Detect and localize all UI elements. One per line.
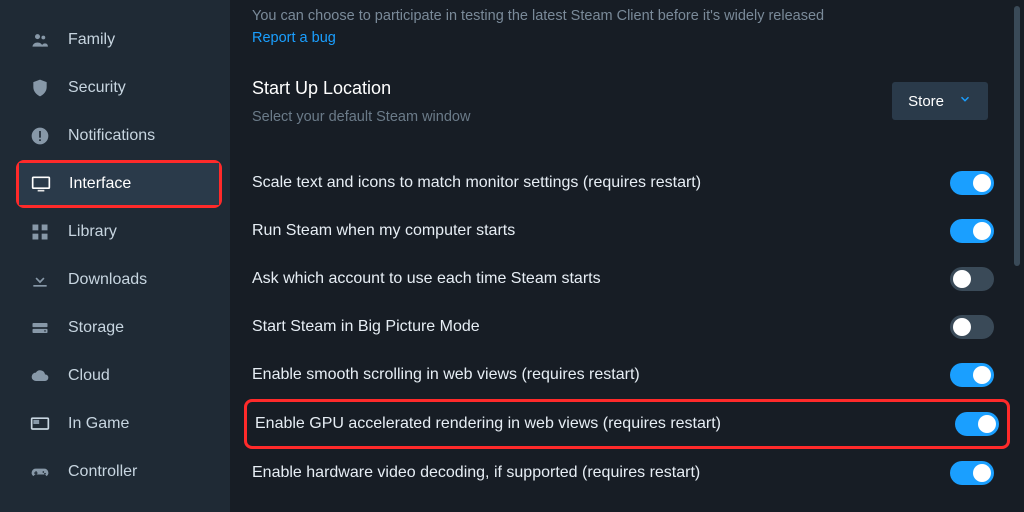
setting-label: Enable smooth scrolling in web views (re… bbox=[252, 366, 640, 384]
sidebar-item-interface[interactable]: Interface bbox=[19, 163, 219, 205]
sidebar-item-label: Family bbox=[68, 31, 115, 49]
sidebar-highlight: Interface bbox=[16, 160, 222, 208]
setting-toggle[interactable] bbox=[950, 219, 994, 243]
toggle-knob bbox=[973, 222, 991, 240]
setting-label: Enable GPU accelerated rendering in web … bbox=[255, 415, 721, 433]
setting-label: Run Steam when my computer starts bbox=[252, 222, 515, 240]
startup-location-value: Store bbox=[908, 93, 944, 110]
report-bug-link[interactable]: Report a bug bbox=[252, 30, 336, 46]
monitor-icon bbox=[31, 174, 51, 194]
chevron-down-icon bbox=[958, 92, 972, 110]
setting-row: Enable smooth scrolling in web views (re… bbox=[252, 351, 1002, 399]
sidebar-item-label: Downloads bbox=[68, 271, 147, 289]
toggle-knob bbox=[953, 270, 971, 288]
sidebar-item-controller[interactable]: Controller bbox=[0, 448, 230, 496]
setting-row: Enable hardware video decoding, if suppo… bbox=[252, 449, 1002, 497]
sidebar-item-family[interactable]: Family bbox=[0, 16, 230, 64]
settings-list: Scale text and icons to match monitor se… bbox=[252, 159, 1002, 497]
startup-location-sub: Select your default Steam window bbox=[252, 109, 1002, 125]
sidebar-item-notifications[interactable]: Notifications bbox=[0, 112, 230, 160]
toggle-knob bbox=[953, 318, 971, 336]
alert-icon bbox=[30, 126, 50, 146]
sidebar-item-label: In Game bbox=[68, 415, 129, 433]
setting-row: Run Steam when my computer starts bbox=[252, 207, 1002, 255]
toggle-knob bbox=[973, 366, 991, 384]
setting-toggle[interactable] bbox=[955, 412, 999, 436]
setting-row: Start Steam in Big Picture Mode bbox=[252, 303, 1002, 351]
beta-intro-text: You can choose to participate in testing… bbox=[252, 8, 824, 24]
cloud-icon bbox=[30, 366, 50, 386]
setting-toggle[interactable] bbox=[950, 315, 994, 339]
setting-row: Scale text and icons to match monitor se… bbox=[252, 159, 1002, 207]
setting-toggle[interactable] bbox=[950, 461, 994, 485]
setting-label: Ask which account to use each time Steam… bbox=[252, 270, 601, 288]
sidebar-item-security[interactable]: Security bbox=[0, 64, 230, 112]
shield-icon bbox=[30, 78, 50, 98]
sidebar-item-label: Interface bbox=[69, 175, 131, 193]
sidebar-item-cloud[interactable]: Cloud bbox=[0, 352, 230, 400]
drive-icon bbox=[30, 318, 50, 338]
sidebar-item-ingame[interactable]: In Game bbox=[0, 400, 230, 448]
sidebar-item-label: Library bbox=[68, 223, 117, 241]
toggle-knob bbox=[973, 174, 991, 192]
settings-window: Family Security Notifications Interface Libr… bbox=[0, 0, 1024, 512]
scrollbar[interactable] bbox=[1014, 6, 1020, 506]
overlay-icon bbox=[30, 414, 50, 434]
setting-toggle[interactable] bbox=[950, 171, 994, 195]
sidebar-item-storage[interactable]: Storage bbox=[0, 304, 230, 352]
startup-location-title: Start Up Location bbox=[252, 78, 1002, 99]
setting-label: Start Steam in Big Picture Mode bbox=[252, 318, 480, 336]
sidebar-item-label: Notifications bbox=[68, 127, 155, 145]
beta-intro: You can choose to participate in testing… bbox=[252, 6, 1002, 50]
sidebar-item-label: Cloud bbox=[68, 367, 110, 385]
download-icon bbox=[30, 270, 50, 290]
sidebar: Family Security Notifications Interface Libr… bbox=[0, 0, 230, 512]
toggle-knob bbox=[978, 415, 996, 433]
family-icon bbox=[30, 30, 50, 50]
setting-label: Scale text and icons to match monitor se… bbox=[252, 174, 701, 192]
sidebar-item-downloads[interactable]: Downloads bbox=[0, 256, 230, 304]
sidebar-item-label: Controller bbox=[68, 463, 137, 481]
toggle-knob bbox=[973, 464, 991, 482]
main-panel: You can choose to participate in testing… bbox=[230, 0, 1024, 512]
gamepad-icon bbox=[30, 462, 50, 482]
setting-toggle[interactable] bbox=[950, 267, 994, 291]
sidebar-item-label: Storage bbox=[68, 319, 124, 337]
setting-label: Enable hardware video decoding, if suppo… bbox=[252, 464, 700, 482]
scrollbar-thumb[interactable] bbox=[1014, 6, 1020, 266]
sidebar-item-label: Security bbox=[68, 79, 126, 97]
setting-toggle[interactable] bbox=[950, 363, 994, 387]
setting-row: Ask which account to use each time Steam… bbox=[252, 255, 1002, 303]
sidebar-item-library[interactable]: Library bbox=[0, 208, 230, 256]
grid-icon bbox=[30, 222, 50, 242]
startup-location-select[interactable]: Store bbox=[892, 82, 988, 120]
setting-row: Enable GPU accelerated rendering in web … bbox=[244, 399, 1010, 449]
